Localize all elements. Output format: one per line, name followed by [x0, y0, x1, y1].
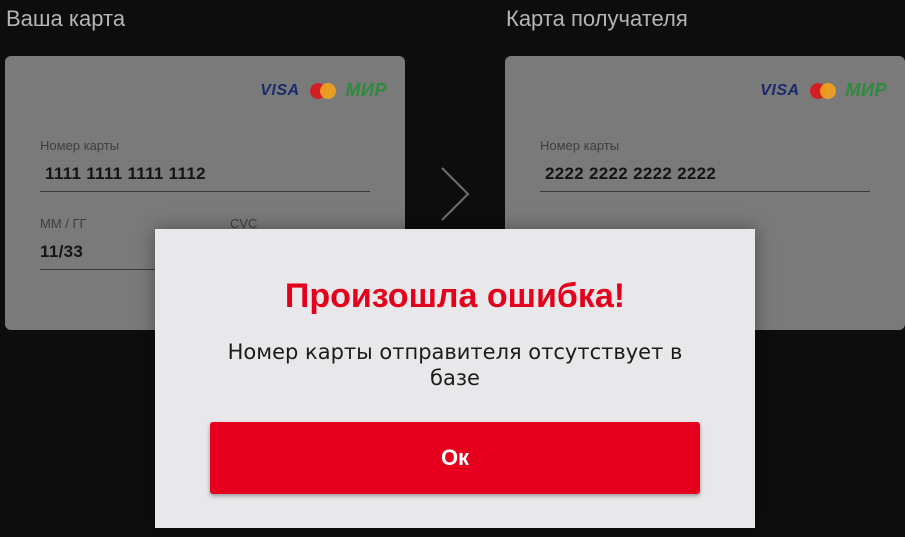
expiry-input[interactable]: 11/33 — [40, 242, 83, 262]
recipient-card-number-input[interactable]: 2222 2222 2222 2222 — [545, 164, 716, 184]
modal-title: Произошла ошибка! — [284, 277, 626, 315]
mastercard-icon — [809, 82, 836, 99]
card-number-label: Номер карты — [540, 138, 620, 153]
payment-brands: VISA МИР — [760, 80, 887, 101]
card-number-underline — [540, 191, 870, 192]
sender-card-number-input[interactable]: 1111 1111 1111 1112 — [45, 164, 206, 184]
card-number-label: Номер карты — [40, 138, 120, 153]
visa-logo: VISA — [260, 81, 300, 99]
expiry-underline — [40, 269, 160, 270]
mir-logo: МИР — [845, 80, 887, 100]
recipient-card-title: Карта получателя — [506, 6, 688, 31]
error-modal: Произошла ошибка! Номер карты отправител… — [155, 229, 755, 528]
chevron-right-icon — [438, 166, 470, 227]
visa-logo: VISA — [760, 81, 800, 99]
card-number-underline — [40, 191, 370, 192]
mastercard-icon — [309, 82, 336, 99]
modal-message: Номер карты отправителя отсутствует в ба… — [227, 340, 683, 390]
sender-card-title: Ваша карта — [6, 6, 126, 31]
mir-logo: МИР — [345, 80, 387, 100]
ok-button[interactable]: Ок — [210, 422, 700, 494]
expiry-label: ММ / ГГ — [40, 216, 87, 231]
payment-brands: VISA МИР — [260, 80, 387, 101]
